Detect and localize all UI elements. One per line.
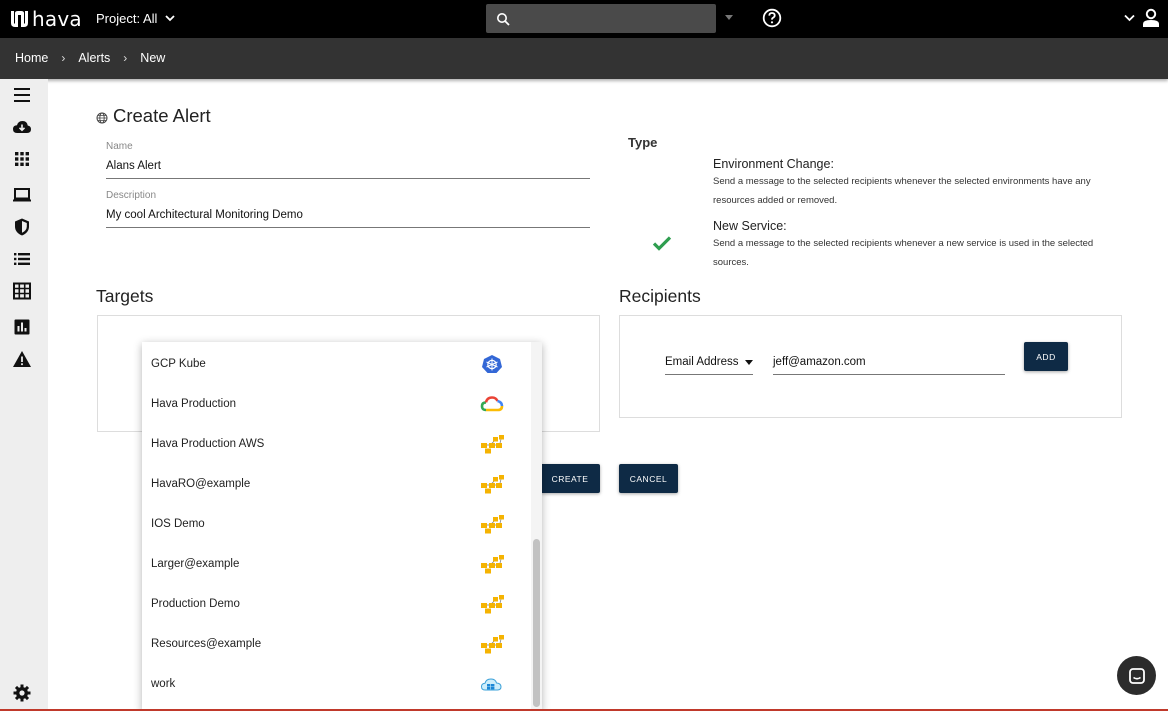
breadcrumb-new: New [140, 51, 166, 65]
name-value: Alans Alert [106, 160, 161, 172]
aws-icon [481, 635, 504, 654]
list-item[interactable]: Resources@example [142, 624, 530, 664]
breadcrumb-alerts[interactable]: Alerts [78, 51, 110, 65]
type-option-new-service[interactable]: New Service: Send a message to the selec… [713, 219, 1113, 272]
list-item[interactable]: work [142, 664, 530, 704]
breadcrumb-separator: › [61, 51, 66, 65]
description-label: Description [106, 190, 157, 201]
targets-heading: Targets [96, 286, 154, 306]
list-item[interactable]: Production Demo [142, 584, 530, 624]
chat-launcher-button[interactable] [1117, 656, 1156, 695]
logo-text: hava [32, 7, 82, 31]
dropdown-scrollbar-thumb[interactable] [533, 539, 540, 707]
list-icon[interactable] [12, 249, 32, 269]
analytics-chart-icon[interactable] [12, 317, 32, 337]
list-item-label: work [151, 678, 176, 690]
help-icon[interactable] [762, 8, 782, 28]
list-item[interactable]: Hava Production AWS [142, 424, 530, 464]
aws-icon [481, 555, 504, 574]
search-icon [497, 13, 510, 26]
recipients-heading: Recipients [619, 286, 701, 306]
aws-icon [481, 515, 504, 534]
option-title: New Service [713, 219, 784, 233]
cancel-button[interactable]: CANCEL [619, 464, 678, 493]
search-dropdown-icon[interactable] [725, 15, 733, 20]
recipient-type-value: Email Address [665, 356, 739, 368]
kubernetes-icon [482, 355, 502, 373]
cloud-download-icon[interactable] [12, 117, 32, 137]
breadcrumb-home[interactable]: Home [15, 51, 48, 65]
user-menu-chevron-icon[interactable] [1124, 14, 1135, 22]
list-item-label: HavaRO@example [151, 478, 251, 490]
list-item-label: GCP Kube [151, 358, 206, 370]
recipient-email-input[interactable]: jeff@amazon.com [773, 356, 1005, 375]
list-item[interactable]: IOS Demo [142, 504, 530, 544]
security-shield-icon[interactable] [12, 217, 32, 237]
project-selector[interactable]: Project: All [96, 11, 176, 26]
hava-logo-icon [11, 11, 28, 27]
selected-check-icon [652, 236, 672, 251]
list-item-label: Hava Production [151, 398, 237, 410]
list-item[interactable]: Hava Production [142, 384, 530, 424]
description-field[interactable]: Description My cool Architectural Monito… [106, 190, 590, 228]
hava-logo[interactable]: hava [9, 7, 82, 31]
aws-icon [481, 475, 504, 494]
option-description: Send a message to the selected recipient… [713, 176, 1091, 206]
breadcrumb-separator: › [123, 51, 128, 65]
list-item-label: IOS Demo [151, 518, 205, 530]
recipient-type-select[interactable]: Email Address [665, 356, 753, 375]
aws-icon [481, 595, 504, 614]
create-button[interactable]: CREATE [540, 464, 600, 493]
page-title: Create Alert [113, 105, 211, 126]
globe-icon [96, 112, 108, 123]
name-field[interactable]: Name Alans Alert [106, 141, 590, 179]
project-label: Project: All [96, 11, 158, 26]
main-content: Create Alert Name Alans Alert Descriptio… [48, 79, 1168, 711]
apps-grid-icon[interactable] [12, 149, 32, 169]
option-description: Send a message to the selected recipient… [713, 238, 1094, 268]
menu-icon[interactable] [12, 85, 32, 105]
aws-icon [481, 435, 504, 454]
description-value: My cool Architectural Monitoring Demo [106, 209, 303, 221]
user-icon[interactable] [1141, 8, 1161, 28]
list-item-label: Resources@example [151, 638, 262, 650]
list-item-label: Production Demo [151, 598, 240, 610]
settings-gear-icon[interactable] [12, 683, 32, 703]
list-item[interactable]: Larger@example [142, 544, 530, 584]
google-cloud-icon [480, 396, 504, 412]
option-title: Environment Change [713, 157, 831, 171]
breadcrumb-bar: Home › Alerts › New [0, 38, 1168, 79]
list-item[interactable]: GCP Kube [142, 344, 530, 384]
alert-warning-icon[interactable] [12, 349, 32, 369]
page-header: Create Alert [96, 105, 211, 127]
type-label: Type [628, 135, 658, 150]
caret-down-icon [745, 359, 753, 365]
breadcrumb: Home › Alerts › New [15, 51, 165, 65]
name-label: Name [106, 141, 133, 152]
search-input[interactable] [486, 4, 716, 33]
table-grid-icon[interactable] [12, 281, 32, 301]
laptop-icon[interactable] [12, 185, 32, 205]
targets-dropdown-list[interactable]: GCP Kube Hava Production Hava Production… [142, 342, 542, 711]
list-item[interactable]: HavaRO@example [142, 464, 530, 504]
chat-icon [1128, 667, 1145, 684]
add-recipient-button[interactable]: ADD [1024, 342, 1068, 371]
top-bar: hava Project: All [0, 0, 1168, 38]
list-item-label: Larger@example [151, 558, 240, 570]
type-option-environment-change[interactable]: Environment Change: Send a message to th… [713, 157, 1113, 210]
list-item-label: Hava Production AWS [151, 438, 265, 450]
chevron-down-icon [165, 15, 176, 22]
azure-icon [480, 678, 502, 691]
side-navigation [0, 79, 48, 711]
